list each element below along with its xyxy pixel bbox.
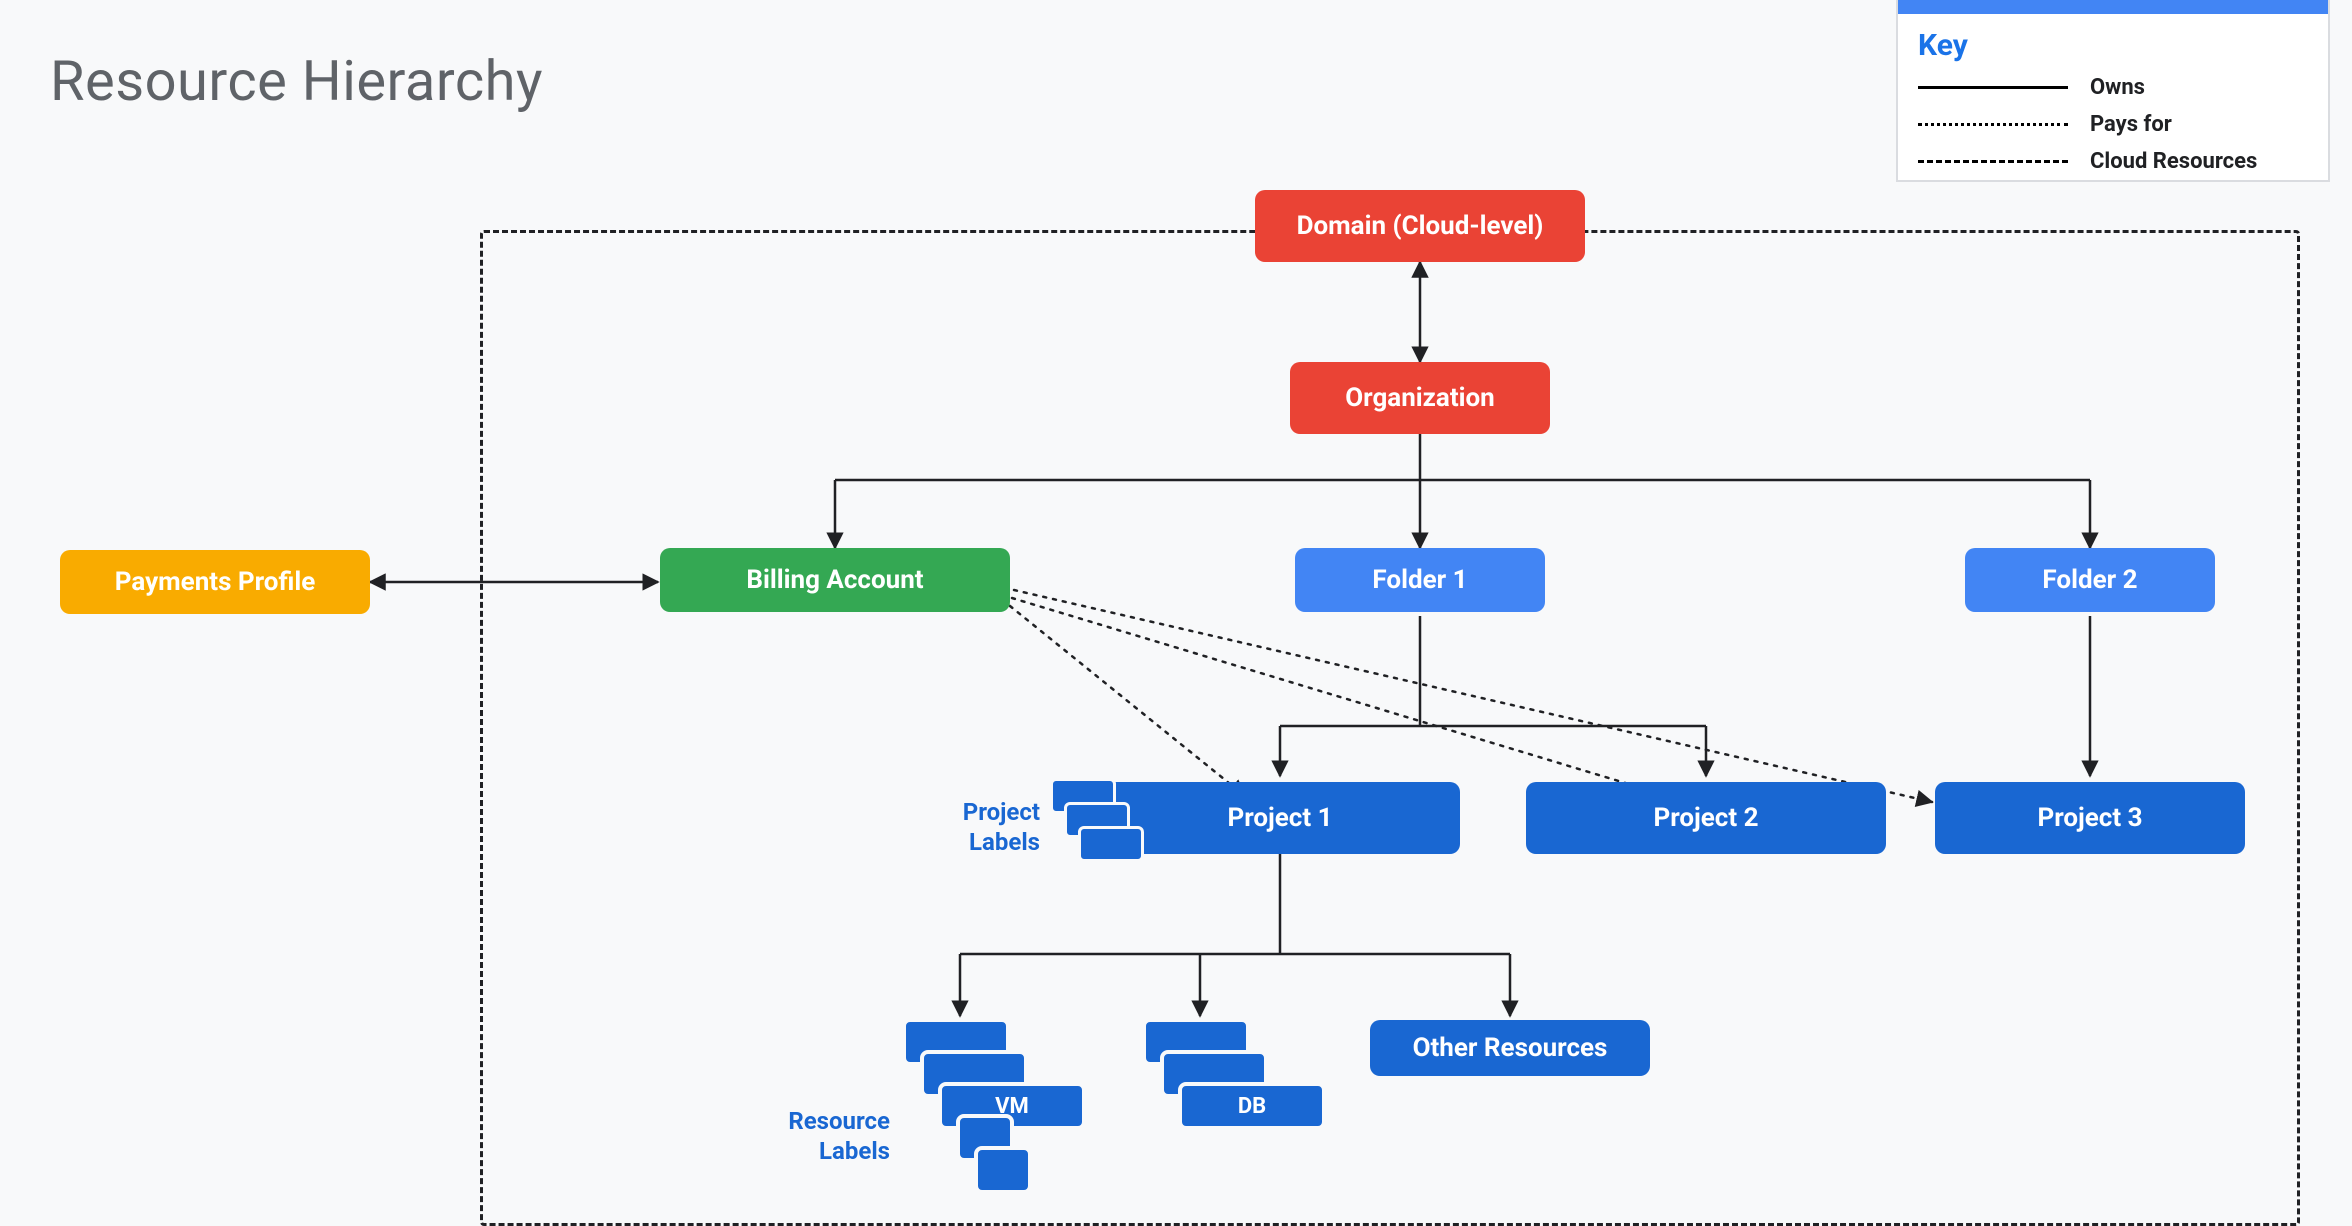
node-domain: Domain (Cloud-level)	[1255, 190, 1585, 262]
legend-label-paysfor: Pays for	[2090, 112, 2172, 137]
legend-accent-bar	[1898, 0, 2328, 14]
legend-swatch-dashed	[1918, 160, 2068, 163]
legend-row-paysfor: Pays for	[1898, 106, 2328, 143]
legend-row-cloud: Cloud Resources	[1898, 143, 2328, 180]
legend: Key Owns Pays for Cloud Resources	[1896, 0, 2330, 182]
diagram-canvas: Resource Hierarchy Key Owns Pays for Clo…	[0, 0, 2352, 1226]
node-project-1: Project 1	[1100, 782, 1460, 854]
page-title: Resource Hierarchy	[50, 48, 543, 114]
legend-row-owns: Owns	[1898, 69, 2328, 106]
node-organization: Organization	[1290, 362, 1550, 434]
chip-icon	[974, 1146, 1032, 1194]
node-folder-1: Folder 1	[1295, 548, 1545, 612]
node-project-3: Project 3	[1935, 782, 2245, 854]
legend-label-cloud: Cloud Resources	[2090, 149, 2257, 174]
legend-swatch-dotted	[1918, 123, 2068, 126]
legend-heading: Key	[1898, 14, 2328, 69]
node-payments-profile: Payments Profile	[60, 550, 370, 614]
node-folder-2: Folder 2	[1965, 548, 2215, 612]
chip-icon	[1078, 826, 1144, 862]
legend-swatch-solid	[1918, 86, 2068, 89]
node-other-resources: Other Resources	[1370, 1020, 1650, 1076]
node-billing-account: Billing Account	[660, 548, 1010, 612]
node-project-2: Project 2	[1526, 782, 1886, 854]
caption-project-labels: Project Labels	[920, 797, 1040, 857]
legend-label-owns: Owns	[2090, 75, 2145, 100]
node-db: DB	[1178, 1082, 1326, 1130]
caption-resource-labels: Resource Labels	[730, 1106, 890, 1166]
